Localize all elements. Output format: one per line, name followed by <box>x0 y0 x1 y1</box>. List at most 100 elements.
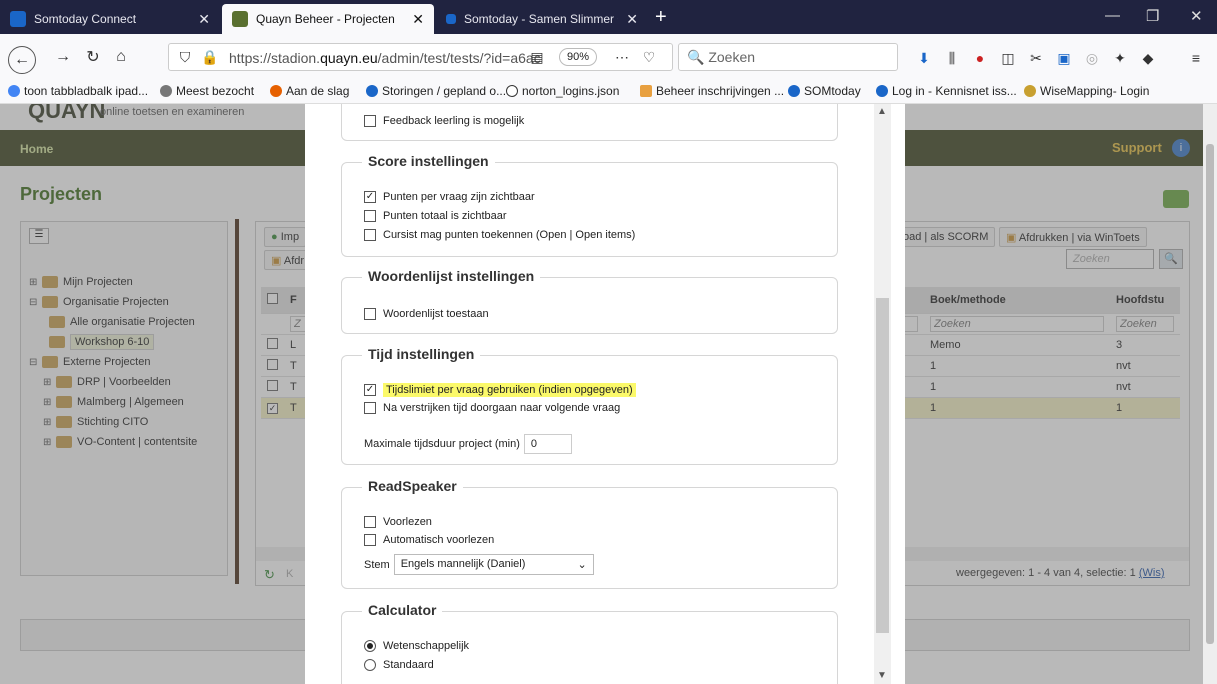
bookmark-item[interactable]: Storingen / gepland o... <box>366 84 506 98</box>
folder-icon <box>640 85 652 97</box>
tab-somtoday-connect[interactable]: Somtoday Connect ✕ <box>0 4 220 34</box>
url-text: https://stadion.quayn.eu/admin/test/test… <box>229 50 541 66</box>
dialog-scrollbar[interactable]: ▲ ▼ <box>874 104 891 684</box>
search-input[interactable]: 🔍 Zoeken <box>678 43 898 71</box>
new-extension-icon[interactable]: ▣ <box>1056 50 1072 66</box>
feedback-option[interactable]: Feedback leerling is mogelijk <box>364 115 524 127</box>
feedback-checkbox[interactable] <box>364 115 376 127</box>
test-settings-dialog: Feedback leerling is mogelijk Score inst… <box>305 104 905 684</box>
quayn-icon <box>232 11 248 27</box>
radio-selected[interactable] <box>364 640 376 652</box>
fieldset-title: ReadSpeaker <box>362 478 463 494</box>
sidebar-icon[interactable]: ◫ <box>1000 50 1016 66</box>
reader-view-icon[interactable]: ▤ <box>529 49 545 65</box>
option-cursist-punten[interactable]: Cursist mag punten toekennen (Open | Ope… <box>364 229 635 241</box>
tab-bar: Somtoday Connect ✕ Quayn Beheer - Projec… <box>0 0 1217 34</box>
download-icon[interactable]: ⬇ <box>916 50 932 66</box>
option-woordenlijst[interactable]: Woordenlijst toestaan <box>364 308 489 320</box>
close-icon[interactable]: ✕ <box>626 11 638 28</box>
url-bar[interactable]: ⛉ 🔒 https://stadion.quayn.eu/admin/test/… <box>168 43 673 71</box>
checkbox-checked[interactable]: ✓ <box>364 384 376 396</box>
zoom-badge[interactable]: 90% <box>559 48 598 66</box>
pocket-icon[interactable]: ♡ <box>641 49 657 65</box>
new-tab-button[interactable]: + <box>655 6 667 29</box>
dialog-scrollbar-thumb[interactable] <box>876 298 889 633</box>
bookmark-item[interactable]: norton_logins.json <box>506 84 619 98</box>
back-button[interactable]: ← <box>8 46 36 74</box>
option-punten-totaal[interactable]: Punten totaal is zichtbaar <box>364 210 507 222</box>
bookmark-item[interactable]: WiseMapping- Login <box>1024 84 1149 98</box>
checkbox[interactable] <box>364 210 376 222</box>
chevron-down-icon: ⌄ <box>577 559 587 571</box>
extension-icon[interactable]: ◆ <box>1140 50 1156 66</box>
scrollbar-thumb[interactable] <box>1206 144 1214 644</box>
bookmarks-bar: toon tabbladbalk ipad... Meest bezocht A… <box>0 78 1217 104</box>
bookmark-item[interactable]: Aan de slag <box>270 84 349 98</box>
somtoday-icon <box>446 14 456 24</box>
bookmark-item[interactable]: SOMtoday <box>788 84 861 98</box>
adblock-icon[interactable]: ● <box>972 50 988 66</box>
option-automatisch-voorlezen[interactable]: Automatisch voorlezen <box>364 534 494 546</box>
checkbox[interactable] <box>364 402 376 414</box>
library-icon[interactable]: ⫼ <box>944 50 960 66</box>
max-duration-input[interactable]: 0 <box>523 434 572 454</box>
tab-somtoday-samen[interactable]: Somtoday - Samen Slimmer Or ✕ <box>436 4 648 34</box>
woordenlijst-fieldset: Woordenlijst instellingen Woordenlijst t… <box>341 268 838 334</box>
forward-button[interactable]: → <box>50 44 76 70</box>
bookmark-item[interactable]: Beheer inschrijvingen ... <box>640 84 784 98</box>
option-tijdslimiet[interactable]: ✓ Tijdslimiet per vraag gebruiken (indien… <box>364 383 636 397</box>
option-voorlezen[interactable]: Voorlezen <box>364 516 432 528</box>
navigation-bar: ← → ↻ ⌂ ⛉ 🔒 https://stadion.quayn.eu/adm… <box>0 34 1217 78</box>
stem-select[interactable]: Engels mannelijk (Daniel) ⌄ <box>393 554 594 575</box>
option-wetenschappelijk[interactable]: Wetenschappelijk <box>364 640 469 652</box>
extension-icon[interactable]: ✦ <box>1112 50 1128 66</box>
fieldset-title: Woordenlijst instellingen <box>362 268 541 284</box>
stem-row: Stem Engels mannelijk (Daniel) ⌄ <box>364 554 594 575</box>
bookmark-item[interactable]: toon tabbladbalk ipad... <box>8 84 148 98</box>
tijd-fieldset: Tijd instellingen ✓ Tijdslimiet per vraag… <box>341 346 838 465</box>
google-icon <box>8 85 20 97</box>
tab-label: Somtoday Connect <box>34 12 137 26</box>
tab-quayn-beheer[interactable]: Quayn Beheer - Projecten ✕ <box>222 4 434 34</box>
fieldset-title: Score instellingen <box>362 153 495 169</box>
menu-icon[interactable]: ≡ <box>1188 50 1204 66</box>
shield-icon[interactable]: ⛉ <box>177 49 193 65</box>
window-close-icon[interactable]: ✕ <box>1190 7 1203 25</box>
home-button[interactable]: ⌂ <box>108 44 134 70</box>
somtoday-icon <box>366 85 378 97</box>
close-icon[interactable]: ✕ <box>198 11 210 28</box>
tab-label: Somtoday - Samen Slimmer Or <box>464 12 619 26</box>
somtoday-icon <box>788 85 800 97</box>
page-scrollbar[interactable] <box>1203 104 1217 684</box>
option-punten-per-vraag[interactable]: ✓ Punten per vraag zijn zichtbaar <box>364 191 535 203</box>
checkbox-checked[interactable]: ✓ <box>364 191 376 203</box>
minimize-icon[interactable]: — <box>1105 7 1120 24</box>
radio[interactable] <box>364 659 376 671</box>
option-standaard[interactable]: Standaard <box>364 659 434 671</box>
checkbox[interactable] <box>364 229 376 241</box>
kennisnet-icon <box>876 85 888 97</box>
feedback-fieldset: Feedback leerling is mogelijk <box>341 104 838 141</box>
wisemapping-icon <box>1024 85 1036 97</box>
gear-icon <box>160 85 172 97</box>
reload-button[interactable]: ↻ <box>80 44 106 70</box>
maximize-icon[interactable]: ❐ <box>1146 7 1159 25</box>
more-icon[interactable]: ⋯ <box>614 49 630 65</box>
scroll-up-icon[interactable]: ▲ <box>877 106 887 117</box>
somtoday-icon <box>10 11 26 27</box>
search-placeholder: Zoeken <box>708 49 756 65</box>
firefox-icon <box>270 85 282 97</box>
option-na-verstrijken[interactable]: Na verstrijken tijd doorgaan naar volgen… <box>364 402 620 414</box>
close-icon[interactable]: ✕ <box>412 11 424 28</box>
stem-label: Stem <box>364 558 390 571</box>
lock-icon[interactable]: 🔒 <box>201 49 218 65</box>
max-duration-label: Maximale tijdsduur project (min) <box>364 438 520 450</box>
checkbox[interactable] <box>364 516 376 528</box>
checkbox[interactable] <box>364 534 376 546</box>
checkbox[interactable] <box>364 308 376 320</box>
extension-icon[interactable]: ✂ <box>1028 50 1044 66</box>
account-icon[interactable]: ◎ <box>1084 50 1100 66</box>
bookmark-item[interactable]: Log in - Kennisnet iss... <box>876 84 1017 98</box>
bookmark-item[interactable]: Meest bezocht <box>160 84 254 98</box>
scroll-down-icon[interactable]: ▼ <box>877 670 887 681</box>
